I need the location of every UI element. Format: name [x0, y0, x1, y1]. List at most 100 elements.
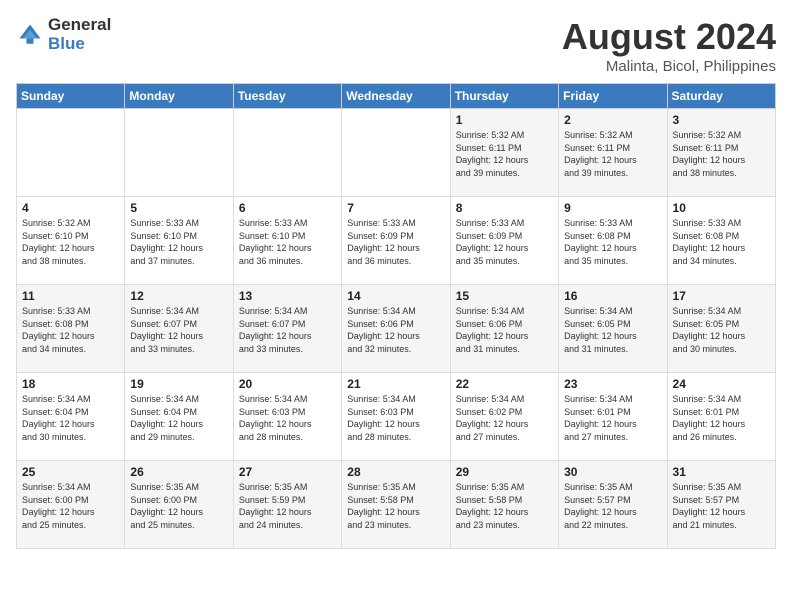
day-header: Wednesday [342, 84, 450, 109]
day-number: 3 [673, 113, 770, 127]
calendar-day-cell [233, 109, 341, 197]
day-detail: Sunrise: 5:34 AM Sunset: 6:07 PM Dayligh… [239, 305, 336, 355]
day-detail: Sunrise: 5:32 AM Sunset: 6:11 PM Dayligh… [673, 129, 770, 179]
day-detail: Sunrise: 5:35 AM Sunset: 5:58 PM Dayligh… [347, 481, 444, 531]
calendar-week-row: 18 Sunrise: 5:34 AM Sunset: 6:04 PM Dayli… [17, 373, 776, 461]
day-detail: Sunrise: 5:34 AM Sunset: 6:00 PM Dayligh… [22, 481, 119, 531]
day-detail: Sunrise: 5:34 AM Sunset: 6:07 PM Dayligh… [130, 305, 227, 355]
day-header: Monday [125, 84, 233, 109]
day-detail: Sunrise: 5:34 AM Sunset: 6:04 PM Dayligh… [22, 393, 119, 443]
calendar-day-cell [125, 109, 233, 197]
calendar-body: 1 Sunrise: 5:32 AM Sunset: 6:11 PM Daylig… [17, 109, 776, 549]
day-number: 16 [564, 289, 661, 303]
day-number: 25 [22, 465, 119, 479]
logo: General Blue [16, 16, 111, 53]
location-title: Malinta, Bicol, Philippines [562, 58, 776, 75]
calendar-day-cell: 9 Sunrise: 5:33 AM Sunset: 6:08 PM Daylig… [559, 197, 667, 285]
day-detail: Sunrise: 5:35 AM Sunset: 5:57 PM Dayligh… [673, 481, 770, 531]
day-detail: Sunrise: 5:34 AM Sunset: 6:05 PM Dayligh… [673, 305, 770, 355]
day-detail: Sunrise: 5:34 AM Sunset: 6:02 PM Dayligh… [456, 393, 553, 443]
day-number: 13 [239, 289, 336, 303]
calendar-day-cell: 18 Sunrise: 5:34 AM Sunset: 6:04 PM Dayli… [17, 373, 125, 461]
day-number: 7 [347, 201, 444, 215]
day-detail: Sunrise: 5:34 AM Sunset: 6:04 PM Dayligh… [130, 393, 227, 443]
day-detail: Sunrise: 5:34 AM Sunset: 6:01 PM Dayligh… [673, 393, 770, 443]
day-detail: Sunrise: 5:33 AM Sunset: 6:10 PM Dayligh… [239, 217, 336, 267]
title-block: August 2024 Malinta, Bicol, Philippines [562, 16, 776, 75]
day-detail: Sunrise: 5:34 AM Sunset: 6:03 PM Dayligh… [239, 393, 336, 443]
day-number: 19 [130, 377, 227, 391]
day-number: 11 [22, 289, 119, 303]
calendar-day-cell: 30 Sunrise: 5:35 AM Sunset: 5:57 PM Dayli… [559, 461, 667, 549]
calendar-day-cell: 10 Sunrise: 5:33 AM Sunset: 6:08 PM Dayli… [667, 197, 775, 285]
calendar-week-row: 1 Sunrise: 5:32 AM Sunset: 6:11 PM Daylig… [17, 109, 776, 197]
day-number: 1 [456, 113, 553, 127]
calendar-day-cell: 1 Sunrise: 5:32 AM Sunset: 6:11 PM Daylig… [450, 109, 558, 197]
day-detail: Sunrise: 5:35 AM Sunset: 6:00 PM Dayligh… [130, 481, 227, 531]
calendar-day-cell: 7Sunrise: 5:33 AM Sunset: 6:09 PM Daylig… [342, 197, 450, 285]
logo-text: General Blue [48, 16, 111, 53]
day-detail: Sunrise: 5:32 AM Sunset: 6:11 PM Dayligh… [564, 129, 661, 179]
day-number: 15 [456, 289, 553, 303]
day-header: Tuesday [233, 84, 341, 109]
day-number: 30 [564, 465, 661, 479]
month-title: August 2024 [562, 16, 776, 58]
calendar-day-cell: 21Sunrise: 5:34 AM Sunset: 6:03 PM Dayli… [342, 373, 450, 461]
calendar-day-cell: 26 Sunrise: 5:35 AM Sunset: 6:00 PM Dayli… [125, 461, 233, 549]
calendar-day-cell: 25 Sunrise: 5:34 AM Sunset: 6:00 PM Dayli… [17, 461, 125, 549]
day-detail: Sunrise: 5:32 AM Sunset: 6:10 PM Dayligh… [22, 217, 119, 267]
calendar-day-cell: 3 Sunrise: 5:32 AM Sunset: 6:11 PM Daylig… [667, 109, 775, 197]
day-detail: Sunrise: 5:33 AM Sunset: 6:08 PM Dayligh… [22, 305, 119, 355]
day-detail: Sunrise: 5:35 AM Sunset: 5:58 PM Dayligh… [456, 481, 553, 531]
calendar-day-cell: 27 Sunrise: 5:35 AM Sunset: 5:59 PM Dayli… [233, 461, 341, 549]
day-number: 28 [347, 465, 444, 479]
calendar-day-cell: 16 Sunrise: 5:34 AM Sunset: 6:05 PM Dayli… [559, 285, 667, 373]
calendar-day-cell: 29 Sunrise: 5:35 AM Sunset: 5:58 PM Dayli… [450, 461, 558, 549]
day-number: 18 [22, 377, 119, 391]
day-number: 27 [239, 465, 336, 479]
day-detail: Sunrise: 5:33 AM Sunset: 6:10 PM Dayligh… [130, 217, 227, 267]
day-detail: Sunrise: 5:33 AM Sunset: 6:09 PM Dayligh… [456, 217, 553, 267]
calendar-day-cell: 2Sunrise: 5:32 AM Sunset: 6:11 PM Daylig… [559, 109, 667, 197]
calendar-header-row: SundayMondayTuesdayWednesdayThursdayFrid… [17, 84, 776, 109]
day-number: 10 [673, 201, 770, 215]
day-number: 23 [564, 377, 661, 391]
calendar-day-cell: 17Sunrise: 5:34 AM Sunset: 6:05 PM Dayli… [667, 285, 775, 373]
logo-blue-text: Blue [48, 35, 111, 54]
day-detail: Sunrise: 5:34 AM Sunset: 6:01 PM Dayligh… [564, 393, 661, 443]
day-detail: Sunrise: 5:35 AM Sunset: 5:59 PM Dayligh… [239, 481, 336, 531]
calendar-day-cell: 28 Sunrise: 5:35 AM Sunset: 5:58 PM Dayli… [342, 461, 450, 549]
day-detail: Sunrise: 5:34 AM Sunset: 6:05 PM Dayligh… [564, 305, 661, 355]
day-header: Sunday [17, 84, 125, 109]
day-detail: Sunrise: 5:33 AM Sunset: 6:08 PM Dayligh… [564, 217, 661, 267]
calendar-day-cell: 22Sunrise: 5:34 AM Sunset: 6:02 PM Dayli… [450, 373, 558, 461]
calendar-day-cell: 20 Sunrise: 5:34 AM Sunset: 6:03 PM Dayli… [233, 373, 341, 461]
calendar-day-cell [342, 109, 450, 197]
day-number: 29 [456, 465, 553, 479]
calendar-day-cell: 31 Sunrise: 5:35 AM Sunset: 5:57 PM Dayli… [667, 461, 775, 549]
day-detail: Sunrise: 5:33 AM Sunset: 6:08 PM Dayligh… [673, 217, 770, 267]
day-number: 12 [130, 289, 227, 303]
calendar-day-cell [17, 109, 125, 197]
calendar-week-row: 25 Sunrise: 5:34 AM Sunset: 6:00 PM Dayli… [17, 461, 776, 549]
day-number: 31 [673, 465, 770, 479]
page-header: General Blue August 2024 Malinta, Bicol,… [16, 16, 776, 75]
calendar-day-cell: 19 Sunrise: 5:34 AM Sunset: 6:04 PM Dayli… [125, 373, 233, 461]
calendar-day-cell: 6 Sunrise: 5:33 AM Sunset: 6:10 PM Daylig… [233, 197, 341, 285]
day-header: Friday [559, 84, 667, 109]
calendar-day-cell: 15Sunrise: 5:34 AM Sunset: 6:06 PM Dayli… [450, 285, 558, 373]
calendar-day-cell: 11 Sunrise: 5:33 AM Sunset: 6:08 PM Dayli… [17, 285, 125, 373]
day-detail: Sunrise: 5:34 AM Sunset: 6:03 PM Dayligh… [347, 393, 444, 443]
day-header: Thursday [450, 84, 558, 109]
day-header: Saturday [667, 84, 775, 109]
day-number: 6 [239, 201, 336, 215]
calendar-week-row: 11 Sunrise: 5:33 AM Sunset: 6:08 PM Dayli… [17, 285, 776, 373]
day-number: 26 [130, 465, 227, 479]
day-detail: Sunrise: 5:32 AM Sunset: 6:11 PM Dayligh… [456, 129, 553, 179]
day-number: 9 [564, 201, 661, 215]
day-detail: Sunrise: 5:35 AM Sunset: 5:57 PM Dayligh… [564, 481, 661, 531]
calendar-day-cell: 23 Sunrise: 5:34 AM Sunset: 6:01 PM Dayli… [559, 373, 667, 461]
day-number: 20 [239, 377, 336, 391]
day-number: 4 [22, 201, 119, 215]
logo-general-text: General [48, 16, 111, 35]
